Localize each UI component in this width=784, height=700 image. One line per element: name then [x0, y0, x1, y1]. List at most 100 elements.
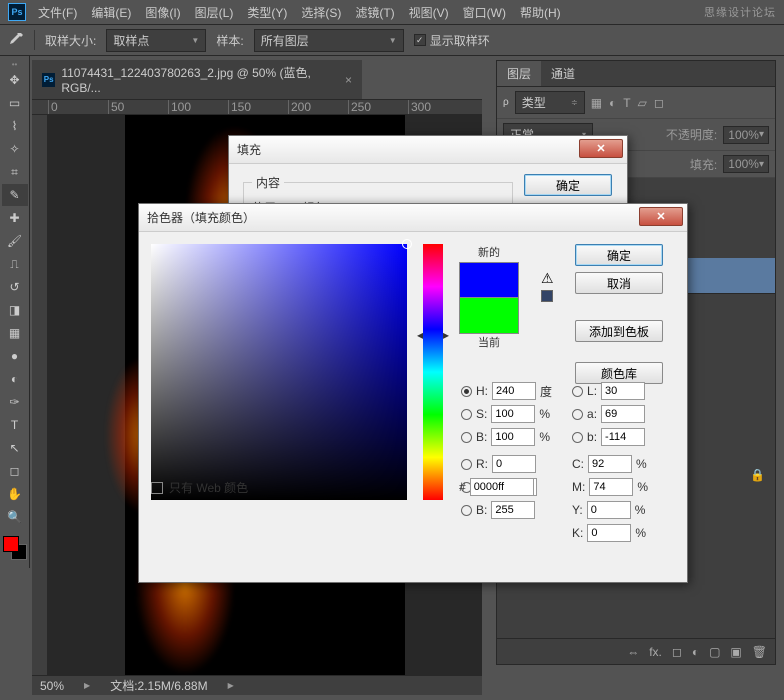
move-tool[interactable]: ✥ — [2, 69, 28, 91]
new-layer-icon[interactable]: ▣ — [730, 645, 741, 659]
hand-tool[interactable]: ✋ — [2, 483, 28, 505]
type-icon: T — [623, 96, 630, 110]
status-bar: 50% ▶ 文档:2.15M/6.88M ▶ — [32, 675, 482, 695]
r-radio[interactable] — [461, 459, 472, 470]
zoom-value[interactable]: 50% — [40, 679, 64, 693]
color-library-button[interactable]: 颜色库 — [575, 362, 663, 384]
close-button[interactable]: ✕ — [579, 139, 623, 158]
color-swatches[interactable] — [3, 536, 27, 560]
sample-dropdown[interactable]: 所有图层▼ — [254, 29, 404, 52]
menu-help[interactable]: 帮助(H) — [520, 4, 561, 21]
m-field[interactable] — [589, 478, 633, 496]
menu-view[interactable]: 视图(V) — [409, 4, 449, 21]
l-radio[interactable] — [572, 386, 583, 397]
fill-field[interactable]: 100% ▾ — [723, 155, 769, 173]
s-field[interactable] — [491, 405, 535, 423]
h-field[interactable] — [492, 382, 536, 400]
dodge-tool[interactable]: ◐ — [2, 368, 28, 390]
brush-tool[interactable]: 🖌 — [2, 230, 28, 252]
eraser-tool[interactable]: ◨ — [2, 299, 28, 321]
trash-icon[interactable]: 🗑 — [752, 645, 767, 659]
shape-tool[interactable]: ◻ — [2, 460, 28, 482]
menu-filter[interactable]: 滤镜(T) — [355, 4, 394, 21]
fg-swatch[interactable] — [3, 536, 19, 552]
panel-grip[interactable]: •• — [0, 60, 29, 68]
color-picker-dialog: 拾色器（填充颜色） ✕ ◂▸ 新的 当前 ⚠ 确定 取消 添加到色板 颜色库 H… — [138, 203, 688, 583]
c-field[interactable] — [588, 455, 632, 473]
warning-icon[interactable]: ⚠ — [541, 270, 554, 287]
blur-tool[interactable]: ● — [2, 345, 28, 367]
y-field[interactable] — [587, 501, 631, 519]
cancel-button[interactable]: 取消 — [575, 272, 663, 294]
bv-field[interactable] — [491, 428, 535, 446]
opacity-field[interactable]: 100% ▾ — [723, 126, 769, 144]
b-field[interactable] — [491, 501, 535, 519]
b-radio[interactable] — [461, 432, 472, 443]
tab-layers[interactable]: 图层 — [497, 61, 541, 86]
tab-channels[interactable]: 通道 — [541, 61, 585, 86]
stamp-tool[interactable]: ⎍ — [2, 253, 28, 275]
ok-button[interactable]: 确定 — [575, 244, 663, 266]
type-tool[interactable]: T — [2, 414, 28, 436]
gradient-tool[interactable]: ▦ — [2, 322, 28, 344]
forum-label: 思缘设计论坛 — [704, 4, 776, 20]
link-icon[interactable]: ⇔ — [627, 645, 639, 659]
show-ring-checkbox[interactable]: ✓ 显示取样环 — [414, 32, 490, 49]
s-radio[interactable] — [461, 409, 472, 420]
saturation-value-field[interactable] — [151, 244, 407, 500]
adjust-layer-icon[interactable]: ◐ — [692, 645, 699, 659]
a-field[interactable] — [601, 405, 645, 423]
heal-tool[interactable]: ✚ — [2, 207, 28, 229]
menu-file[interactable]: 文件(F) — [38, 4, 77, 21]
hue-slider[interactable]: ◂▸ — [423, 244, 443, 500]
lasso-tool[interactable]: ⌇ — [2, 115, 28, 137]
path-tool[interactable]: ↖ — [2, 437, 28, 459]
pen-tool[interactable]: ✑ — [2, 391, 28, 413]
chevron-down-icon: ▼ — [191, 36, 199, 45]
warning-swatch[interactable] — [541, 290, 553, 302]
filter-kind-dropdown[interactable]: 类型≑ — [515, 91, 585, 114]
marquee-tool[interactable]: ▭ — [2, 92, 28, 114]
current-color-swatch[interactable] — [459, 298, 519, 334]
menu-window[interactable]: 窗口(W) — [463, 4, 506, 21]
close-icon[interactable]: × — [345, 73, 352, 87]
lb-radio[interactable] — [572, 432, 583, 443]
doc-info: 文档:2.15M/6.88M — [110, 677, 207, 694]
hex-field[interactable] — [470, 478, 534, 496]
folder-icon[interactable]: ▢ — [709, 645, 720, 659]
mask-icon[interactable]: ◻ — [672, 645, 682, 659]
menu-edit[interactable]: 编辑(E) — [91, 4, 131, 21]
menu-type[interactable]: 类型(Y) — [247, 4, 287, 21]
menu-layer[interactable]: 图层(L) — [195, 4, 234, 21]
history-brush-tool[interactable]: ↺ — [2, 276, 28, 298]
image-icon: ▦ — [591, 96, 602, 110]
zoom-tool[interactable]: 🔍 — [2, 506, 28, 528]
ps-file-icon: Ps — [42, 73, 55, 87]
fill-ok-button[interactable]: 确定 — [524, 174, 612, 196]
fx-icon[interactable]: fx. — [649, 645, 662, 659]
a-radio[interactable] — [572, 409, 583, 420]
filter-icons[interactable]: ▦◐T▱◻ — [591, 96, 664, 110]
menu-select[interactable]: 选择(S) — [301, 4, 341, 21]
adjust-icon: ◐ — [609, 96, 616, 110]
k-field[interactable] — [587, 524, 631, 542]
lb-field[interactable] — [601, 428, 645, 446]
sample-size-dropdown[interactable]: 取样点▼ — [106, 29, 206, 52]
picker-titlebar[interactable]: 拾色器（填充颜色） ✕ — [139, 204, 687, 232]
h-radio[interactable] — [461, 386, 472, 397]
menu-image[interactable]: 图像(I) — [145, 4, 180, 21]
new-color-swatch[interactable] — [459, 262, 519, 298]
bb-radio[interactable] — [461, 505, 472, 516]
fill-dialog-titlebar[interactable]: 填充 ✕ — [229, 136, 627, 164]
close-button[interactable]: ✕ — [639, 207, 683, 226]
l-field[interactable] — [601, 382, 645, 400]
document-tab[interactable]: Ps 11074431_122403780263_2.jpg @ 50% (蓝色… — [32, 60, 362, 99]
opacity-label: 不透明度: — [666, 126, 717, 143]
sample-size-label: 取样大小: — [45, 32, 96, 49]
eyedropper-tool[interactable]: ✎ — [2, 184, 28, 206]
wand-tool[interactable]: ✧ — [2, 138, 28, 160]
crop-tool[interactable]: ⌗ — [2, 161, 28, 183]
add-swatch-button[interactable]: 添加到色板 — [575, 320, 663, 342]
web-only-checkbox[interactable]: 只有 Web 颜色 — [151, 479, 248, 496]
r-field[interactable] — [492, 455, 536, 473]
